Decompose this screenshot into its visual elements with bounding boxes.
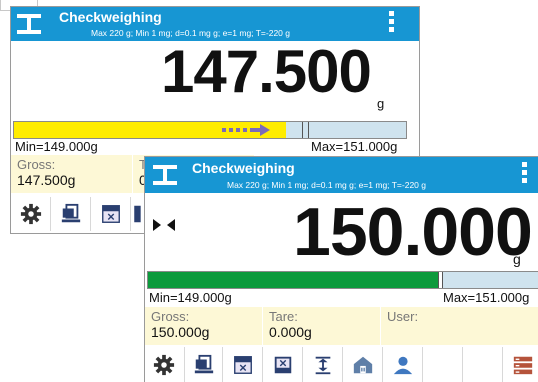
gross-info: Gross: 150.000g <box>145 307 263 345</box>
header-bar: Checkweighing Max 220 g; Min 1 mg; d=0.1… <box>11 7 419 41</box>
min-limit-button[interactable] <box>223 347 263 382</box>
tare-button[interactable] <box>185 347 223 382</box>
function-toolbar <box>11 197 141 231</box>
menu-kebab-icon[interactable] <box>389 11 395 35</box>
weight-unit: g <box>513 251 521 267</box>
header-bar: Checkweighing Max 220 g; Min 1 mg; d=0.1… <box>145 157 538 193</box>
user-icon <box>393 356 413 375</box>
tare-icon <box>194 354 214 374</box>
checkweighing-bargraph <box>13 121 407 139</box>
home-button[interactable] <box>343 347 383 382</box>
balance-app-icon[interactable] <box>17 14 41 34</box>
min-limit-button[interactable] <box>91 197 131 231</box>
bargraph-target-zone <box>442 272 538 288</box>
menu-kebab-icon[interactable] <box>522 162 528 186</box>
tare-label: Tare: <box>269 309 298 324</box>
settings-button[interactable] <box>11 197 51 231</box>
user-button[interactable] <box>383 347 423 382</box>
max-limit-button[interactable] <box>263 347 303 382</box>
checkweighing-bargraph <box>147 271 538 289</box>
stability-marker-icon <box>153 219 175 231</box>
min-limit-icon <box>102 205 120 223</box>
empty-slot-1[interactable] <box>423 347 463 382</box>
weight-reading: 147.500 <box>161 38 372 105</box>
info-panel: Gross: 150.000g Tare: 0.000g User: <box>145 307 538 345</box>
tare-icon <box>61 203 81 223</box>
gross-label: Gross: <box>151 309 190 324</box>
gross-info: Gross: 147.500g <box>11 155 133 193</box>
max-limit-label: Max=151.000g <box>311 139 398 154</box>
mode-title: Checkweighing <box>59 9 162 25</box>
mode-title: Checkweighing <box>192 160 295 176</box>
user-info: User: <box>381 307 538 345</box>
gross-value: 150.000g <box>151 324 210 340</box>
min-limit-icon <box>234 356 252 374</box>
min-limit-label: Min=149.000g <box>149 290 232 305</box>
gross-label: Gross: <box>17 157 56 172</box>
user-label: User: <box>387 309 419 324</box>
zero-button[interactable] <box>303 347 343 382</box>
checkweighing-screen-front: Checkweighing Max 220 g; Min 1 mg; d=0.1… <box>144 156 538 382</box>
weight-unit: g <box>377 96 385 111</box>
tare-value: 0.000g <box>269 324 312 340</box>
bargraph-fill <box>148 272 438 288</box>
home-icon <box>353 356 373 374</box>
tare-button[interactable] <box>51 197 91 231</box>
database-icon <box>513 356 533 375</box>
gear-icon <box>20 203 42 225</box>
min-limit-label: Min=149.000g <box>15 139 98 154</box>
database-button[interactable] <box>503 347 538 382</box>
max-limit-label: Max=151.000g <box>443 290 530 305</box>
direction-arrow-icon <box>222 124 270 136</box>
max-limit-icon <box>274 356 292 374</box>
metrology-info: Max 220 g; Min 1 mg; d=0.1 mg g; e=1 mg;… <box>227 180 426 190</box>
function-toolbar <box>145 347 538 382</box>
gear-icon <box>153 354 175 376</box>
gross-value: 147.500g <box>17 172 76 188</box>
tare-info: Tare: 0.000g <box>263 307 381 345</box>
empty-slot-2[interactable] <box>463 347 503 382</box>
zero-icon <box>315 356 331 375</box>
weight-reading: 150.000 <box>293 194 533 270</box>
max-limit-icon <box>134 205 141 223</box>
max-limit-button[interactable] <box>131 197 141 231</box>
bargraph-target-zone <box>286 122 406 138</box>
balance-app-icon[interactable] <box>153 165 177 185</box>
settings-button[interactable] <box>145 347 185 382</box>
